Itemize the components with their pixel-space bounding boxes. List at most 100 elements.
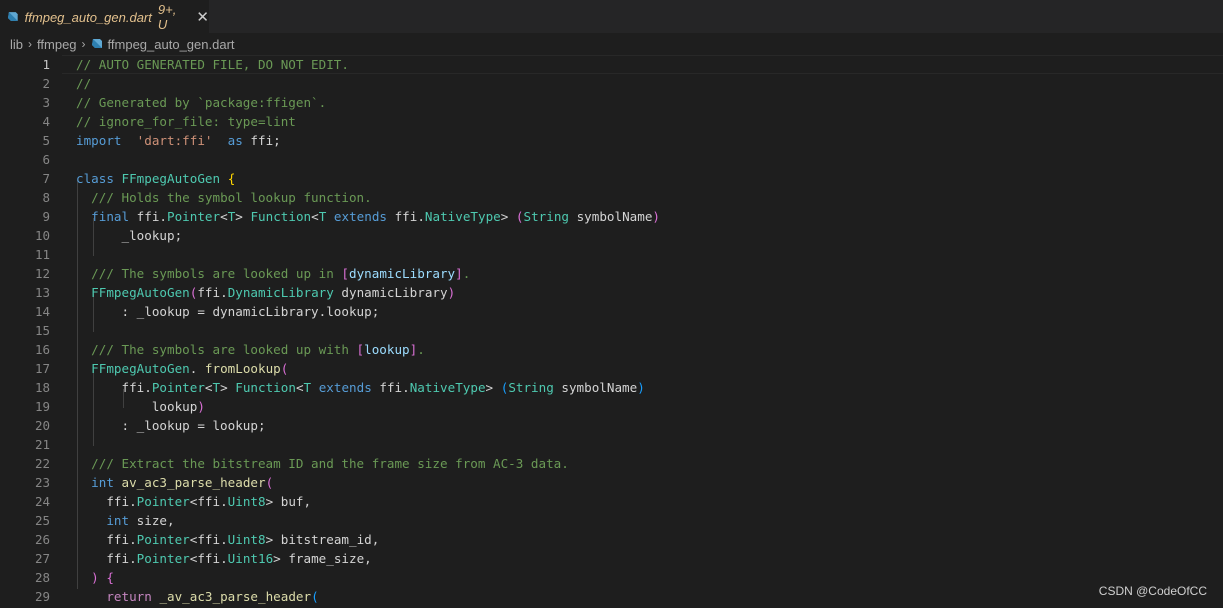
line-number: 27 [34, 551, 50, 566]
code-line[interactable]: 21 [0, 435, 1223, 454]
code-line[interactable]: 7 class FFmpegAutoGen { [0, 169, 1223, 188]
code-text: : _lookup = lookup; [76, 416, 265, 435]
code-line[interactable]: 28 ) { [0, 568, 1223, 587]
code-line[interactable]: 9 final ffi.Pointer<T> Function<T extend… [0, 207, 1223, 226]
code-token: Pointer [167, 209, 221, 224]
code-line[interactable]: 25 int size, [0, 511, 1223, 530]
code-line[interactable]: 29 return _av_ac3_parse_header( [0, 587, 1223, 606]
code-line[interactable]: 6 [0, 150, 1223, 169]
code-token: return [106, 589, 152, 604]
code-token: ( [515, 209, 524, 224]
code-line[interactable]: 10 _lookup; [0, 226, 1223, 245]
breadcrumb-item-lib[interactable]: lib [10, 37, 23, 52]
code-token: Pointer [136, 551, 190, 566]
code-token: FFmpegAutoGen [121, 171, 221, 186]
code-token: /// Extract the bitstream ID and the fra… [91, 456, 569, 471]
line-number: 25 [34, 513, 50, 528]
code-text: /// The symbols are looked up with [look… [76, 340, 425, 359]
code-line[interactable]: 20 : _lookup = lookup; [0, 416, 1223, 435]
breadcrumb-item-ffmpeg[interactable]: ffmpeg [37, 37, 77, 52]
code-text: ) { [76, 568, 114, 587]
line-number: 2 [42, 76, 50, 91]
code-token: < [311, 209, 319, 224]
code-text: // [76, 74, 91, 93]
code-token: dynamicLibrary [333, 285, 448, 300]
breadcrumb-item-file[interactable]: ffmpeg_auto_gen.dart [108, 37, 235, 52]
code-token: _av_ac3_parse_header [159, 589, 312, 604]
code-line[interactable]: 19 lookup) [0, 397, 1223, 416]
code-token: import [76, 133, 122, 148]
code-token: . [189, 361, 205, 376]
code-line[interactable]: 15 [0, 321, 1223, 340]
code-line[interactable]: 22 /// Extract the bitstream ID and the … [0, 454, 1223, 473]
breadcrumb: lib › ffmpeg › ffmpeg_auto_gen.dart [0, 33, 1223, 55]
editor-tab[interactable]: ffmpeg_auto_gen.dart 9+, U ✕ [0, 0, 209, 33]
code-token: <ffi. [189, 532, 228, 547]
code-token: Function [235, 380, 296, 395]
code-token: > [500, 209, 516, 224]
code-token: final [91, 209, 130, 224]
code-line[interactable]: 26 ffi.Pointer<ffi.Uint8> bitstream_id, [0, 530, 1223, 549]
code-text: : _lookup = dynamicLibrary.lookup; [76, 302, 379, 321]
code-line[interactable]: 18 ffi.Pointer<T> Function<T extends ffi… [0, 378, 1223, 397]
code-token: ffi; [242, 133, 281, 148]
code-token: T [303, 380, 312, 395]
code-token: Uint16 [227, 551, 274, 566]
code-line[interactable]: 1 // AUTO GENERATED FILE, DO NOT EDIT. [0, 55, 1223, 74]
chevron-right-icon: › [28, 37, 33, 51]
code-token: Pointer [151, 380, 205, 395]
code-token: // AUTO GENERATED FILE, DO NOT EDIT. [76, 57, 349, 72]
line-number: 24 [34, 494, 50, 509]
code-line[interactable]: 23 int av_ac3_parse_header( [0, 473, 1223, 492]
code-line[interactable]: 3 // Generated by `package:ffigen`. [0, 93, 1223, 112]
line-number: 7 [42, 171, 50, 186]
code-token: ) [637, 380, 645, 395]
code-line[interactable]: 14 : _lookup = dynamicLibrary.lookup; [0, 302, 1223, 321]
code-token: ) [652, 209, 660, 224]
line-number: 13 [34, 285, 50, 300]
line-number: 21 [34, 437, 50, 452]
code-token: // [76, 76, 92, 91]
code-text: FFmpegAutoGen. fromLookup( [76, 359, 288, 378]
line-number: 16 [34, 342, 50, 357]
watermark: CSDN @CodeOfCC [1098, 584, 1207, 598]
code-line[interactable]: 11 [0, 245, 1223, 264]
code-line[interactable]: 12 /// The symbols are looked up in [dyn… [0, 264, 1223, 283]
code-text: ffi.Pointer<T> Function<T extends ffi.Na… [76, 378, 645, 397]
code-editor[interactable]: 1 // AUTO GENERATED FILE, DO NOT EDIT. 2 //… [0, 55, 1223, 608]
code-text: lookup) [76, 397, 205, 416]
code-token: ( [280, 361, 289, 376]
code-token: FFmpegAutoGen [91, 285, 190, 300]
code-line[interactable]: 17 FFmpegAutoGen. fromLookup( [0, 359, 1223, 378]
line-number: 19 [34, 399, 50, 414]
code-token: Pointer [136, 494, 190, 509]
code-line[interactable]: 27 ffi.Pointer<ffi.Uint16> frame_size, [0, 549, 1223, 568]
code-token: _lookup; [76, 228, 183, 243]
code-token: . [417, 342, 425, 357]
code-line[interactable]: 24 ffi.Pointer<ffi.Uint8> buf, [0, 492, 1223, 511]
line-number: 10 [34, 228, 50, 243]
code-token: Pointer [136, 532, 190, 547]
tab-git-status: 9+, U [157, 2, 177, 32]
close-icon[interactable]: ✕ [196, 10, 209, 25]
line-number: 4 [42, 114, 50, 129]
code-token: ffi. [371, 380, 410, 395]
code-line[interactable]: 4 // ignore_for_file: type=lint [0, 112, 1223, 131]
code-text: return _av_ac3_parse_header( [76, 587, 318, 606]
code-line[interactable]: 2 // [0, 74, 1223, 93]
code-line[interactable]: 8 /// Holds the symbol lookup function. [0, 188, 1223, 207]
code-line[interactable]: 13 FFmpegAutoGen(ffi.DynamicLibrary dyna… [0, 283, 1223, 302]
code-line[interactable]: 16 /// The symbols are looked up with [l… [0, 340, 1223, 359]
code-token: ffi. [76, 551, 137, 566]
code-token: . [462, 266, 471, 281]
dart-icon [7, 12, 18, 21]
code-text: // Generated by `package:ffigen`. [76, 93, 326, 112]
code-line[interactable]: 5 import 'dart:ffi' as ffi; [0, 131, 1223, 150]
line-number: 29 [34, 589, 50, 604]
